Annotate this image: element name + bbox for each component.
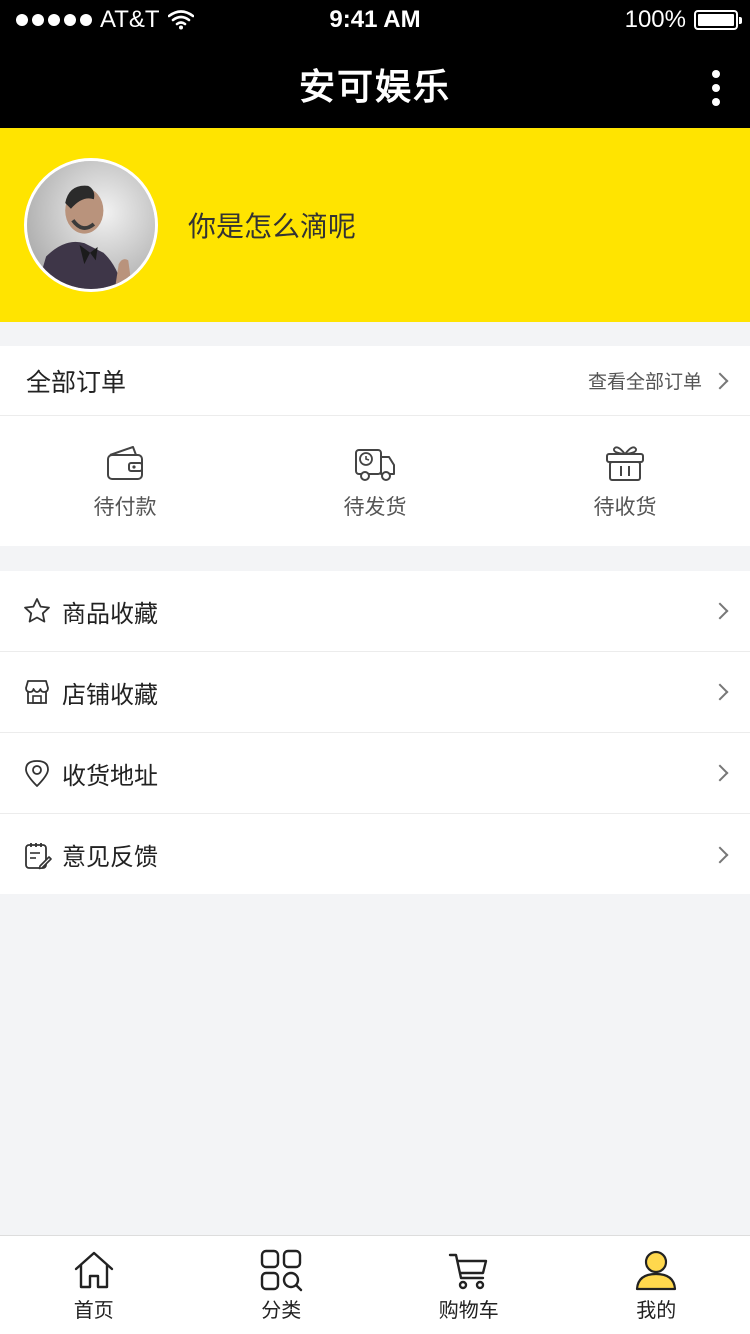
star-icon — [22, 596, 52, 626]
feedback-icon — [22, 840, 52, 870]
menu-item-label: 店铺收藏 — [62, 680, 158, 709]
wifi-icon — [167, 10, 194, 30]
view-all-orders-label: 查看全部订单 — [587, 371, 702, 393]
order-item-label: 待付款 — [93, 495, 157, 519]
menu-item-favorite-products[interactable]: 商品收藏 — [0, 571, 750, 652]
chevron-right-icon — [711, 846, 729, 863]
orders-card: 全部订单 查看全部订单 待付款 待发货 待收货 — [0, 346, 750, 546]
more-options-icon[interactable] — [712, 70, 720, 106]
orders-header: 全部订单 查看全部订单 — [0, 346, 750, 416]
orders-title: 全部订单 — [26, 367, 127, 397]
location-pin-icon — [22, 758, 52, 788]
user-icon — [636, 1250, 677, 1290]
chevron-right-icon — [711, 683, 729, 701]
menu-item-label: 意见反馈 — [62, 843, 158, 871]
order-pending-receipt[interactable]: 待收货 — [500, 416, 750, 546]
view-all-orders-link[interactable]: 查看全部订单 — [587, 367, 729, 394]
tab-category[interactable]: 分类 — [188, 1236, 376, 1334]
page-title: 安可娱乐 — [298, 67, 451, 108]
tab-label: 首页 — [73, 1297, 114, 1322]
gift-icon — [606, 446, 644, 481]
wallet-icon — [107, 446, 143, 480]
chevron-right-icon — [711, 372, 729, 389]
tab-label: 购物车 — [438, 1297, 499, 1322]
menu-item-label: 收货地址 — [62, 761, 158, 790]
status-bar: AT&T 9:41 AM 100% — [0, 0, 750, 40]
profile-header: 你是怎么滴呢 — [0, 128, 750, 322]
order-item-label: 待发货 — [343, 495, 407, 519]
order-status-row: 待付款 待发货 待收货 — [0, 416, 750, 546]
avatar[interactable] — [24, 158, 158, 292]
tab-cart[interactable]: 购物车 — [375, 1236, 563, 1334]
category-icon — [261, 1249, 303, 1291]
menu-item-feedback[interactable]: 意见反馈 — [0, 814, 750, 895]
username: 你是怎么滴呢 — [188, 210, 357, 243]
tab-bar: 首页 分类 购物车 我的 — [0, 1235, 750, 1334]
home-icon — [74, 1251, 113, 1288]
truck-icon — [355, 449, 395, 481]
tab-label: 我的 — [636, 1297, 677, 1322]
carrier-label: AT&T — [100, 6, 160, 33]
battery-percentage: 100% — [624, 6, 686, 33]
tab-mine[interactable]: 我的 — [563, 1236, 750, 1334]
menu-item-favorite-stores[interactable]: 店铺收藏 — [0, 652, 750, 733]
signal-dots-icon — [16, 14, 92, 26]
navigation-bar: 安可娱乐 — [0, 40, 750, 128]
tab-home[interactable]: 首页 — [0, 1236, 188, 1334]
menu-item-shipping-address[interactable]: 收货地址 — [0, 733, 750, 814]
store-icon — [22, 677, 52, 707]
chevron-right-icon — [711, 602, 729, 620]
chevron-right-icon — [711, 764, 729, 782]
status-right: 100% — [624, 6, 742, 34]
order-pending-shipment[interactable]: 待发货 — [250, 416, 500, 546]
status-left: AT&T — [16, 6, 194, 34]
battery-icon — [694, 10, 742, 30]
cart-icon — [448, 1253, 487, 1289]
order-item-label: 待收货 — [593, 495, 657, 519]
menu-list: 商品收藏 店铺收藏 收货地址 意见反馈 — [0, 571, 750, 894]
avatar-image — [27, 161, 155, 289]
menu-item-label: 商品收藏 — [62, 599, 158, 628]
order-pending-payment[interactable]: 待付款 — [0, 416, 250, 546]
tab-label: 分类 — [261, 1297, 302, 1322]
